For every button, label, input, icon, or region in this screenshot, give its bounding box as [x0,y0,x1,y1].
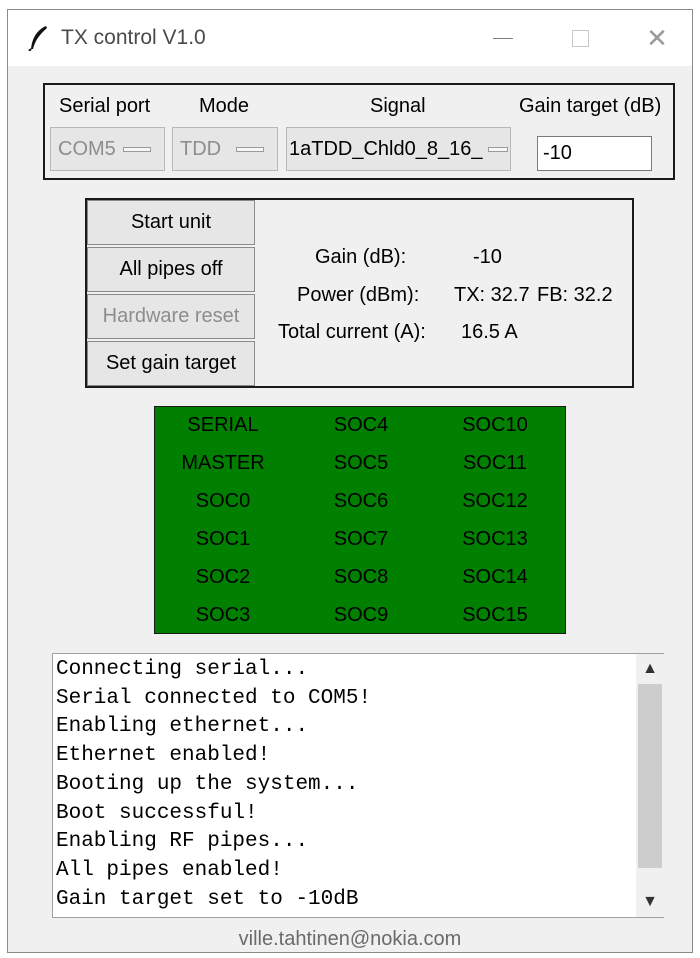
footer-email: ville.tahtinen@nokia.com [238,928,462,950]
minimize-button[interactable] [467,10,539,66]
menu-indicator-icon [236,147,264,152]
gain-value: -10 [473,246,502,268]
log-line: Serial connected to COM5! [56,686,372,710]
log-line: All pipes enabled! [56,858,283,882]
config-frame: Serial port Mode Signal Gain target (dB)… [43,83,675,180]
serial-port-value: COM5 [58,137,116,160]
mode-menu[interactable]: TDD [172,127,278,171]
all-pipes-off-button[interactable]: All pipes off [87,247,255,292]
status-soc6: SOC6 [333,490,389,512]
log-line: Ethernet enabled! [56,744,271,768]
log-line: Booting up the system... [56,772,359,796]
hardware-reset-button[interactable]: Hardware reset [87,294,255,339]
power-tx-value: TX: 32.7 [454,284,530,306]
serial-port-menu[interactable]: COM5 [50,127,165,171]
status-soc7: SOC7 [333,528,389,550]
log-textbox[interactable]: Connecting serial... Serial connected to… [52,653,664,918]
status-soc11: SOC11 [462,452,528,474]
status-soc2: SOC2 [195,566,251,588]
start-unit-button[interactable]: Start unit [87,200,255,245]
status-soc8: SOC8 [333,566,389,588]
serial-port-label: Serial port [59,95,151,117]
status-soc13: SOC13 [462,528,528,550]
gain-label: Gain (dB): [315,246,407,268]
log-line: Boot successful! [56,801,258,825]
log-scrollbar[interactable]: ▲ ▼ [636,654,664,917]
log-line: Enabling RF pipes... [56,830,309,854]
minimize-icon [493,37,513,39]
signal-label: Signal [370,95,426,117]
gain-target-label: Gain target (dB) [519,95,662,117]
title-bar: TX control V1.0 ✕ [8,10,692,66]
status-soc15: SOC15 [462,604,528,626]
log-line: Gain target set to -10dB [56,887,359,911]
close-button[interactable]: ✕ [621,10,693,66]
maximize-button[interactable] [544,10,616,66]
signal-value: 1aTDD_Chld0_8_16_ [289,137,483,160]
status-soc5: SOC5 [333,452,389,474]
scroll-thumb[interactable] [638,684,662,868]
control-frame: Start unit All pipes off Hardware reset … [85,198,634,388]
log-line: Enabling ethernet... [56,715,309,739]
power-fb-value: FB: 32.2 [537,284,613,306]
status-master: MASTER [181,452,265,474]
feather-icon [28,26,47,51]
set-gain-target-button[interactable]: Set gain target [87,341,255,386]
window-title: TX control V1.0 [61,26,206,49]
mode-label: Mode [199,95,250,117]
current-value: 16.5 A [461,321,518,343]
signal-menu[interactable]: 1aTDD_Chld0_8_16_ [286,127,511,171]
status-soc12: SOC12 [462,490,528,512]
status-serial: SERIAL [187,414,259,436]
status-soc14: SOC14 [462,566,528,588]
status-soc10: SOC10 [462,414,528,436]
status-soc0: SOC0 [195,490,251,512]
mode-value: TDD [180,137,222,160]
status-soc9: SOC9 [333,604,389,626]
scroll-up-arrow-icon[interactable]: ▲ [636,654,664,684]
menu-indicator-icon [488,147,508,152]
maximize-icon [571,29,589,47]
menu-indicator-icon [123,147,151,152]
power-label: Power (dBm): [297,284,420,306]
status-soc3: SOC3 [195,604,251,626]
status-soc4: SOC4 [333,414,389,436]
close-icon: ✕ [646,22,668,53]
status-soc1: SOC1 [195,528,251,550]
status-panel: SERIAL MASTER SOC0 SOC1 SOC2 SOC3 SOC4 S… [154,406,566,634]
scroll-down-arrow-icon[interactable]: ▼ [636,887,664,917]
log-line: Connecting serial... [56,658,309,681]
gain-target-input[interactable] [537,136,652,171]
app-window: TX control V1.0 ✕ Serial port Mode Signa… [7,9,693,953]
current-label: Total current (A): [278,321,426,343]
